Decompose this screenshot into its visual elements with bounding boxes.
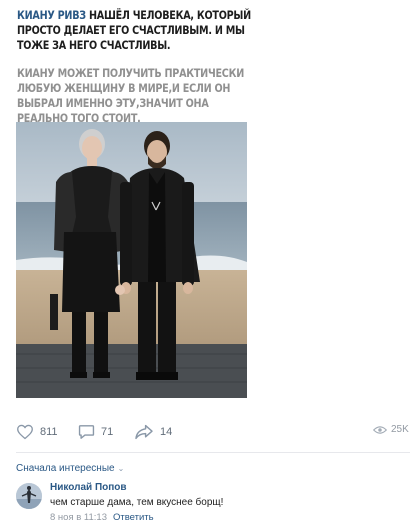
comment-item: Николай Попов чем старше дама, тем вкусн… <box>16 481 411 525</box>
share-count: 14 <box>160 426 173 438</box>
views-counter: 25K <box>373 424 409 435</box>
like-button[interactable]: 811 <box>16 424 58 440</box>
post-photo[interactable] <box>16 122 247 398</box>
avatar[interactable] <box>16 483 42 509</box>
comment-author[interactable]: Николай Попов <box>50 482 127 493</box>
like-count: 811 <box>40 426 58 438</box>
post-paragraph-2: КИАНУ МОЖЕТ ПОЛУЧИТЬ ПРАКТИЧЕСКИ ЛЮБУЮ Ж… <box>17 67 245 125</box>
post-paragraph-1: КИАНУ РИВЗ НАШЁЛ ЧЕЛОВЕКА, КОТОРЫЙ ПРОСТ… <box>17 8 258 53</box>
post-text: КИАНУ РИВЗ НАШЁЛ ЧЕЛОВЕКА, КОТОРЫЙ ПРОСТ… <box>17 8 258 139</box>
mention-link[interactable]: КИАНУ РИВЗ <box>17 9 86 22</box>
comment-text: чем старше дама, тем вкуснее борщ! <box>50 497 224 508</box>
divider <box>16 452 410 453</box>
heart-icon <box>17 424 33 440</box>
comments-sort-label: Сначала интересные <box>16 463 115 474</box>
reply-button[interactable]: Ответить <box>113 512 154 523</box>
comment-button[interactable]: 71 <box>78 424 113 440</box>
view-count: 25K <box>391 424 409 435</box>
eye-icon <box>373 425 387 434</box>
comment-date[interactable]: 8 ноя в 11:13 <box>50 512 107 523</box>
avatar-image <box>16 483 42 509</box>
chevron-down-icon: ⌄ <box>117 464 125 473</box>
post-actions: 811 71 14 25K <box>0 420 420 446</box>
comment-meta: 8 ноя в 11:13 Ответить <box>50 512 154 523</box>
share-button[interactable]: 14 <box>134 424 172 440</box>
share-icon <box>135 424 153 440</box>
comments-sort-dropdown[interactable]: Сначала интересные ⌄ <box>16 463 124 474</box>
photo-couple-on-beach <box>16 122 247 398</box>
comment-icon <box>78 425 95 439</box>
comment-count: 71 <box>101 426 114 438</box>
